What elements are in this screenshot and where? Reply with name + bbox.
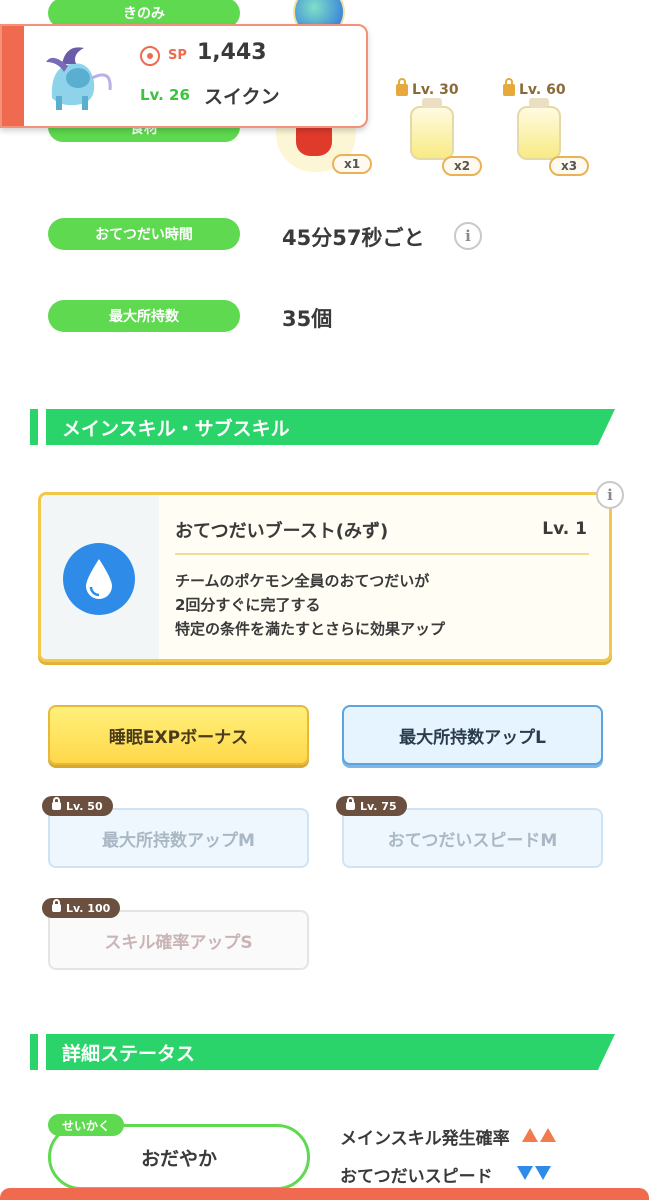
help-time-value: 45分57秒ごと xyxy=(282,226,425,250)
sp-value: 1,443 xyxy=(197,40,267,65)
ingredient-2-bottle-cap xyxy=(422,98,442,108)
skill-icon-area xyxy=(41,495,159,659)
lock-icon xyxy=(346,797,355,810)
lock-icon xyxy=(52,797,61,810)
sub-skill-inventory-up-m[interactable]: 最大所持数アップM xyxy=(48,808,309,868)
stat-row-helping-speed: おてつだいスピード xyxy=(340,1162,551,1187)
help-time-label: おてつだい時間 xyxy=(95,227,193,243)
stat-label: メインスキル発生確率 xyxy=(340,1129,510,1149)
sp-label: SP xyxy=(168,48,187,63)
pokemon-card[interactable]: SP 1,443 Lv. 26 スイクン xyxy=(0,24,368,128)
skills-section-header: メインスキル・サブスキル xyxy=(30,409,615,445)
status-section-title: 詳細ステータス xyxy=(62,1042,196,1065)
stat-row-main-skill-rate: メインスキル発生確率 xyxy=(340,1124,556,1149)
card-accent-stripe xyxy=(2,26,24,126)
status-section-header: 詳細ステータス xyxy=(30,1034,615,1070)
ingredient-3-bottle-cap xyxy=(529,98,549,108)
sub-skill-sleep-exp-bonus[interactable]: 睡眠EXPボーナス xyxy=(48,705,309,765)
main-skill-card[interactable]: おてつだいブースト(みず) Lv. 1 チームのポケモン全員のおてつだいが 2回… xyxy=(38,492,612,662)
sub-skill-skill-trigger-up-s[interactable]: スキル確率アップS xyxy=(48,910,309,970)
main-skill-level: Lv. 1 xyxy=(542,519,587,539)
ingredient-item-2[interactable]: x2 xyxy=(396,96,486,176)
main-skill-description: チームのポケモン全員のおてつだいが 2回分すぐに完了する 特定の条件を満たすとさ… xyxy=(175,572,446,638)
sub-skill-inventory-up-l[interactable]: 最大所持数アップL xyxy=(342,705,603,765)
nature-tag: せいかく xyxy=(48,1114,125,1136)
max-carry-label-pill: 最大所持数 xyxy=(48,300,240,332)
ingredient-2-count: x2 xyxy=(442,156,483,176)
bottom-action-bar[interactable] xyxy=(0,1188,649,1200)
ingredient-1-count: x1 xyxy=(332,154,373,174)
ingredient-3-bottle-icon xyxy=(517,106,561,160)
berry-label: きのみ xyxy=(123,6,165,22)
pokemon-sprite xyxy=(32,38,118,114)
nature-value: おだやか xyxy=(140,1147,217,1170)
max-carry-value: 35個 xyxy=(282,307,333,331)
sub-skill-lock-tag: Lv. 75 xyxy=(336,796,407,816)
stat-down-arrows-icon xyxy=(515,1165,551,1184)
skill-divider xyxy=(175,553,589,555)
main-skill-name: おてつだいブースト(みず) xyxy=(175,521,389,542)
sub-skill-helping-speed-m[interactable]: おてつだいスピードM xyxy=(342,808,603,868)
sub-skill-lock-tag: Lv. 100 xyxy=(42,898,121,918)
water-drop-icon xyxy=(63,543,135,615)
ingredient-2-bottle-icon xyxy=(410,106,454,160)
stat-label: おてつだいスピード xyxy=(340,1167,493,1187)
skills-section-title: メインスキル・サブスキル xyxy=(62,417,290,440)
help-time-info-icon[interactable]: i xyxy=(454,222,482,250)
help-time-label-pill: おてつだい時間 xyxy=(48,218,240,250)
stat-up-arrows-icon xyxy=(520,1127,556,1146)
lock-icon xyxy=(396,78,408,96)
max-carry-label: 最大所持数 xyxy=(109,309,179,325)
ingredient-item-3[interactable]: x3 xyxy=(503,96,593,176)
pokeball-icon xyxy=(140,46,160,66)
pokemon-name: スイクン xyxy=(204,86,280,108)
ingredient-3-count: x3 xyxy=(549,156,590,176)
main-skill-info-icon[interactable]: i xyxy=(596,481,624,509)
lock-icon xyxy=(52,899,61,912)
lock-icon xyxy=(503,78,515,96)
pokemon-level: Lv. 26 xyxy=(140,86,190,104)
sub-skill-lock-tag: Lv. 50 xyxy=(42,796,113,816)
